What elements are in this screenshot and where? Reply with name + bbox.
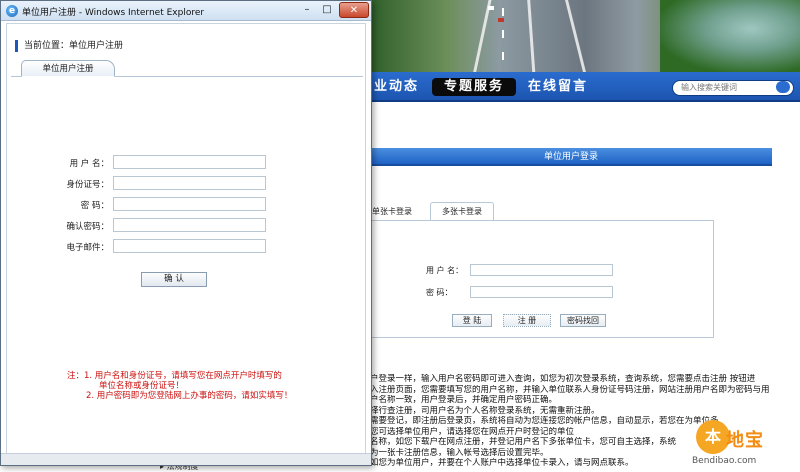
password-recovery-button[interactable]: 密码找回 [560, 314, 606, 327]
horizontal-scrollbar[interactable] [1, 453, 371, 465]
car-shape [488, 6, 494, 10]
login-password-input[interactable] [470, 286, 613, 298]
instruction-line: 入注册页面，您需要填写您的用户名称，并输入单位联系人身份证号码注册，网站注册用户… [370, 384, 770, 395]
site-banner-image [370, 0, 800, 72]
username-label: 用 户 名： [69, 159, 109, 169]
form-row-id-number: 身份证号： [7, 176, 367, 192]
road-line [565, 0, 588, 72]
confirm-password-input[interactable] [113, 218, 266, 232]
form-row-username: 用 户 名： [7, 155, 367, 171]
road-dash [502, 8, 504, 16]
tab-single-card-login[interactable]: 单张卡登录 [370, 204, 426, 220]
search-icon[interactable] [776, 81, 790, 93]
watermark: 本 地宝 Bendibao.com [686, 418, 798, 470]
watermark-url: Bendibao.com [692, 456, 757, 466]
watermark-text: 地宝 [726, 430, 764, 451]
tab-unit-user-registration[interactable]: 单位用户注册 [21, 60, 115, 77]
notice-line: 2. 用户密码即为您登陆网上办事的密码，请如实填写！ [86, 391, 293, 401]
id-number-input[interactable] [113, 176, 266, 190]
confirm-button[interactable]: 确 认 [141, 272, 207, 287]
form-row-password: 密 码： [7, 197, 367, 213]
window-title: 单位用户注册 - Windows Internet Explorer [22, 8, 205, 18]
nav-item-news[interactable]: 业动态 [374, 78, 419, 96]
confirm-password-label: 确认密码： [66, 222, 109, 232]
road-dash [502, 30, 504, 38]
login-panel-title: 单位用户登录 [370, 148, 772, 166]
road-line [527, 0, 536, 72]
notice-line: 注：1. 用户名和身份证号，请填写您在网点开户时填写的 [67, 371, 282, 381]
breadcrumb: 当前位置：单位用户注册 [15, 40, 123, 52]
road-dash [502, 52, 504, 60]
email-input[interactable] [113, 239, 266, 253]
road-line [471, 0, 492, 72]
tab-multi-card-login[interactable]: 多张卡登录 [430, 202, 494, 220]
window-titlebar[interactable]: e 单位用户注册 - Windows Internet Explorer – □… [1, 1, 371, 21]
instruction-line: 择行查注册，司用户名为个人名称登录系统，无需重新注册。 [370, 405, 600, 416]
window-content: 当前位置：单位用户注册 单位用户注册 用 户 名： 身份证号： 密 码： 确认密… [6, 23, 366, 463]
register-button[interactable]: 注 册 [503, 314, 551, 327]
instruction-line: 户名称一致，用户登录后，并确定用户密码正确。 [370, 395, 558, 405]
registration-notice: 注：1. 用户名和身份证号，请填写您在网点开户时填写的 单位名称或身份证号！ 2… [67, 371, 357, 401]
site-nav-bar: 业动态 专题服务 在线留言 输入搜索关键词 [370, 72, 800, 102]
login-username-input[interactable] [470, 264, 613, 276]
nav-item-special-services[interactable]: 专题服务 [432, 78, 516, 96]
form-row-email: 电子邮件： [7, 239, 367, 255]
username-input[interactable] [113, 155, 266, 169]
nav-item-online-message[interactable]: 在线留言 [528, 78, 588, 96]
login-button[interactable]: 登 陆 [452, 314, 492, 327]
maximize-button[interactable]: □ [317, 2, 337, 18]
password-label: 密 码： [80, 201, 109, 211]
ie-icon: e [6, 5, 18, 17]
login-password-label: 密 码： [426, 288, 453, 297]
form-row-confirm-password: 确认密码： [7, 218, 367, 234]
id-number-label: 身份证号： [66, 180, 109, 190]
car-shape [498, 18, 504, 22]
divider [370, 102, 800, 110]
lake-area [660, 0, 800, 72]
login-panel: 用 户 名： 密 码： 登 陆 注 册 密码找回 [370, 220, 714, 338]
minimize-button[interactable]: – [297, 2, 317, 18]
login-username-label: 用 户 名： [426, 266, 464, 275]
ie-popup-window: e 单位用户注册 - Windows Internet Explorer – □… [0, 0, 372, 466]
instruction-line: 户登录一样，输入用户名密码即可进入查询，如您为初次登录系统，查询系统，您需要点击… [370, 374, 756, 384]
watermark-logo-icon: 本 [696, 420, 730, 454]
email-label: 电子邮件： [66, 243, 109, 253]
password-input[interactable] [113, 197, 266, 211]
close-button[interactable]: ✕ [339, 2, 369, 18]
notice-line: 单位名称或身份证号！ [99, 381, 185, 391]
